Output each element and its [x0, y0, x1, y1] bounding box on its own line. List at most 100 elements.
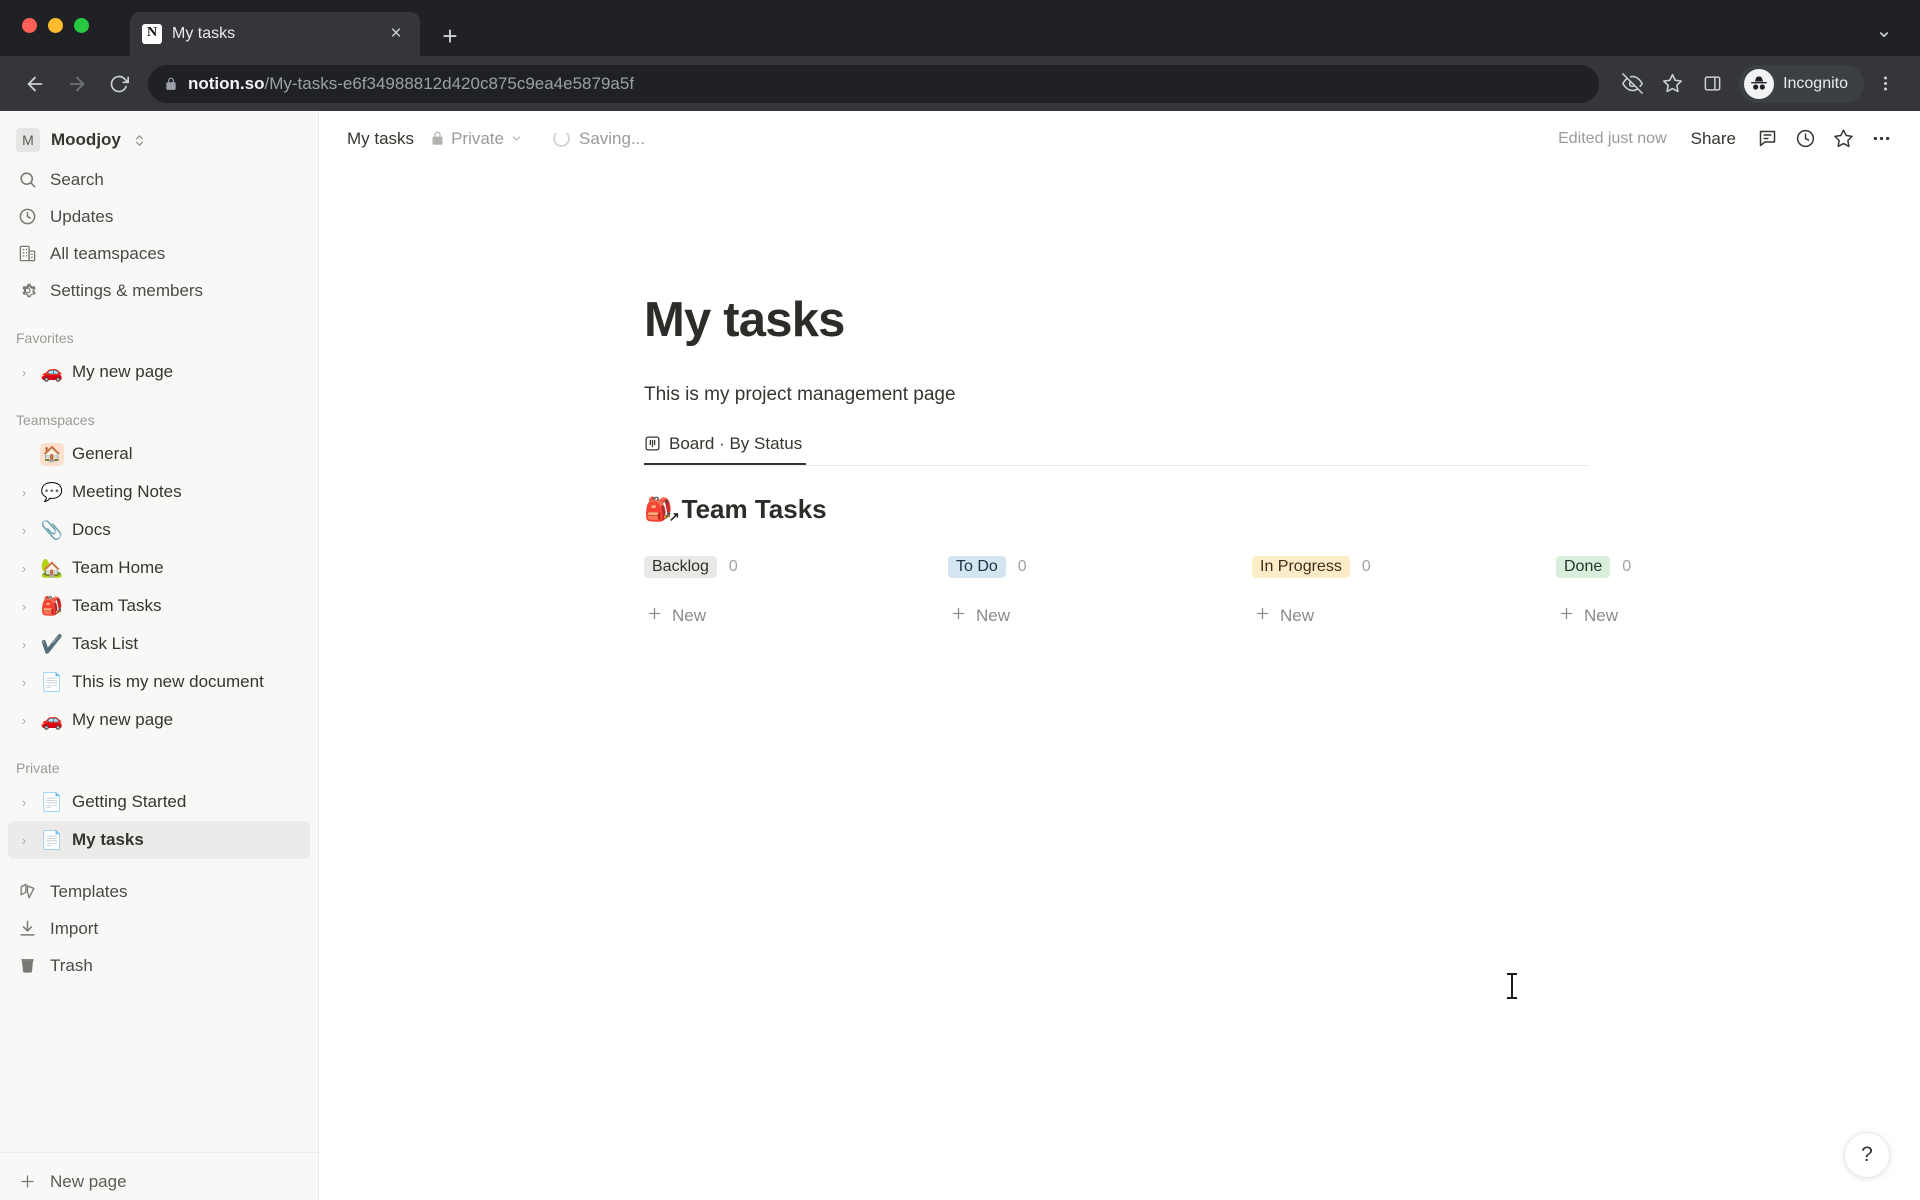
chevron-right-icon[interactable]: › [16, 675, 32, 690]
kanban-board: Backlog 0 New To Do 0 New In Progress 0 … [644, 551, 1860, 632]
tab-board-by-status[interactable]: Board · By Status [644, 430, 807, 465]
page-emoji-speech-bubble: 💬 [40, 481, 64, 502]
sidebar-page-docs[interactable]: › 📎 Docs [8, 511, 310, 549]
sidebar-item-settings-members[interactable]: Settings & members [8, 272, 310, 309]
column-count: 0 [1361, 557, 1371, 575]
trash-icon [16, 956, 38, 975]
sidebar-page-my-new-page[interactable]: › 🚗 My new page [8, 701, 310, 739]
history-clock-icon[interactable] [1788, 122, 1822, 156]
star-icon[interactable] [1653, 65, 1691, 103]
sidebar-item-import[interactable]: Import [8, 910, 310, 947]
page-emoji-paperclip: 📎 [40, 519, 64, 540]
url-path: /My-tasks-e6f34988812d420c875c9ea4e5879a… [264, 73, 635, 93]
sidebar-item-all-teamspaces[interactable]: All teamspaces [8, 235, 310, 272]
minimize-window-button[interactable] [48, 18, 63, 33]
topbar-actions: Edited just now Share [1548, 122, 1898, 156]
database-emoji-backpack: 🎒 ↗ [644, 495, 680, 524]
new-card-label: New [1280, 606, 1315, 626]
add-new-card-button[interactable]: New [1252, 601, 1556, 632]
forward-arrow-icon[interactable] [58, 65, 96, 103]
notion-sidebar: M Moodjoy Search Updates All teamspaces … [0, 111, 319, 1200]
sidebar-page-label: Docs [72, 520, 111, 539]
browser-tab[interactable]: N My tasks × [130, 12, 420, 56]
address-bar[interactable]: notion.so/My-tasks-e6f34988812d420c875c9… [148, 64, 1600, 103]
share-button[interactable]: Share [1681, 123, 1746, 155]
sidebar-item-trash[interactable]: Trash [8, 947, 310, 984]
page-emoji-car: 🚗 [40, 709, 64, 730]
sidebar-page-label: My new page [72, 710, 174, 729]
page-emoji-document: 📄 [40, 829, 64, 850]
page-description[interactable]: This is my project management page [644, 384, 1860, 406]
sidebar-page-task-list[interactable]: › ✔️ Task List [8, 625, 310, 663]
sidebar-page-my-tasks[interactable]: › 📄 My tasks [8, 821, 310, 859]
workspace-switcher[interactable]: M Moodjoy [8, 119, 310, 161]
three-dot-menu-icon[interactable] [1866, 65, 1904, 103]
breadcrumb[interactable]: My tasks [339, 125, 422, 153]
loading-spinner-icon [552, 130, 570, 147]
back-arrow-icon[interactable] [16, 65, 54, 103]
sidebar-page-general[interactable]: 🏠 General [8, 435, 310, 473]
new-page-button[interactable]: New page [8, 1163, 310, 1200]
database-title-label: Team Tasks [681, 493, 827, 524]
add-new-card-button[interactable]: New [1556, 601, 1860, 632]
clock-icon [16, 207, 38, 226]
help-button[interactable]: ? [1844, 1132, 1890, 1178]
maximize-window-button[interactable] [74, 18, 89, 33]
chevron-right-icon[interactable]: › [16, 599, 32, 614]
close-tab-button[interactable]: × [384, 22, 408, 46]
privacy-selector[interactable]: Private [422, 125, 531, 153]
board-column-backlog: Backlog 0 New [644, 551, 948, 632]
more-options-icon[interactable] [1864, 122, 1898, 156]
add-new-card-button[interactable]: New [644, 601, 948, 632]
templates-icon [16, 882, 38, 901]
sidebar-page-this-is-my-new-document[interactable]: › 📄 This is my new document [8, 663, 310, 701]
sidebar-item-updates[interactable]: Updates [8, 198, 310, 235]
eye-slash-icon[interactable] [1613, 65, 1651, 103]
sidebar-item-label: Import [50, 918, 99, 938]
chevron-right-icon[interactable]: › [16, 833, 32, 848]
reload-icon[interactable] [100, 65, 138, 103]
chevron-right-icon[interactable]: › [16, 713, 32, 728]
status-badge[interactable]: To Do [948, 555, 1006, 578]
chevron-right-icon[interactable]: › [16, 637, 32, 652]
sidebar-item-search[interactable]: Search [8, 161, 310, 198]
new-tab-button[interactable]: + [428, 16, 472, 56]
chevron-right-icon[interactable]: › [16, 561, 32, 576]
workspace-avatar: M [16, 128, 40, 152]
board-column-header: To Do 0 [948, 551, 1252, 583]
sidebar-page-meeting-notes[interactable]: › 💬 Meeting Notes [8, 473, 310, 511]
chevron-right-icon[interactable]: › [16, 485, 32, 500]
comment-icon[interactable] [1750, 122, 1784, 156]
board-view-icon [644, 435, 661, 452]
chevron-right-icon[interactable]: › [16, 523, 32, 538]
plus-icon [1558, 605, 1575, 628]
tab-label: Board · By Status [669, 433, 803, 453]
saving-status: Saving... [552, 129, 645, 149]
chevron-right-icon[interactable]: › [16, 365, 32, 380]
sidebar-section-teamspaces: Teamspaces [16, 412, 95, 428]
database-title[interactable]: 🎒 ↗ Team Tasks [644, 494, 1860, 525]
chevron-right-icon[interactable]: › [16, 795, 32, 810]
profile-incognito-chip[interactable]: Incognito [1739, 64, 1864, 103]
sidebar-page-my-new-page-fav[interactable]: › 🚗 My new page [8, 353, 310, 391]
star-favorite-icon[interactable] [1826, 122, 1860, 156]
sidebar-page-getting-started[interactable]: › 📄 Getting Started [8, 783, 310, 821]
sidebar-page-label: General [72, 444, 133, 463]
sidebar-page-team-tasks[interactable]: › 🎒 Team Tasks [8, 587, 310, 625]
close-window-button[interactable] [22, 18, 37, 33]
add-new-card-button[interactable]: New [948, 601, 1252, 632]
side-panel-icon[interactable] [1693, 65, 1731, 103]
status-badge[interactable]: Done [1556, 555, 1611, 578]
sidebar-item-label: Settings & members [50, 280, 204, 300]
sidebar-item-templates[interactable]: Templates [8, 873, 310, 910]
page-title[interactable]: My tasks [644, 293, 1860, 348]
sidebar-page-label: This is my new document [72, 672, 264, 691]
sidebar-section-private: Private [16, 760, 60, 776]
status-badge[interactable]: In Progress [1252, 555, 1350, 578]
workspace-name: Moodjoy [51, 130, 121, 149]
address-bar-url: notion.so/My-tasks-e6f34988812d420c875c9… [188, 74, 634, 94]
sidebar-page-team-home[interactable]: › 🏡 Team Home [8, 549, 310, 587]
tab-list-chevron-icon[interactable]: ⌄ [1868, 14, 1900, 46]
status-badge[interactable]: Backlog [644, 555, 717, 578]
page-emoji-backpack: 🎒 [40, 595, 64, 616]
